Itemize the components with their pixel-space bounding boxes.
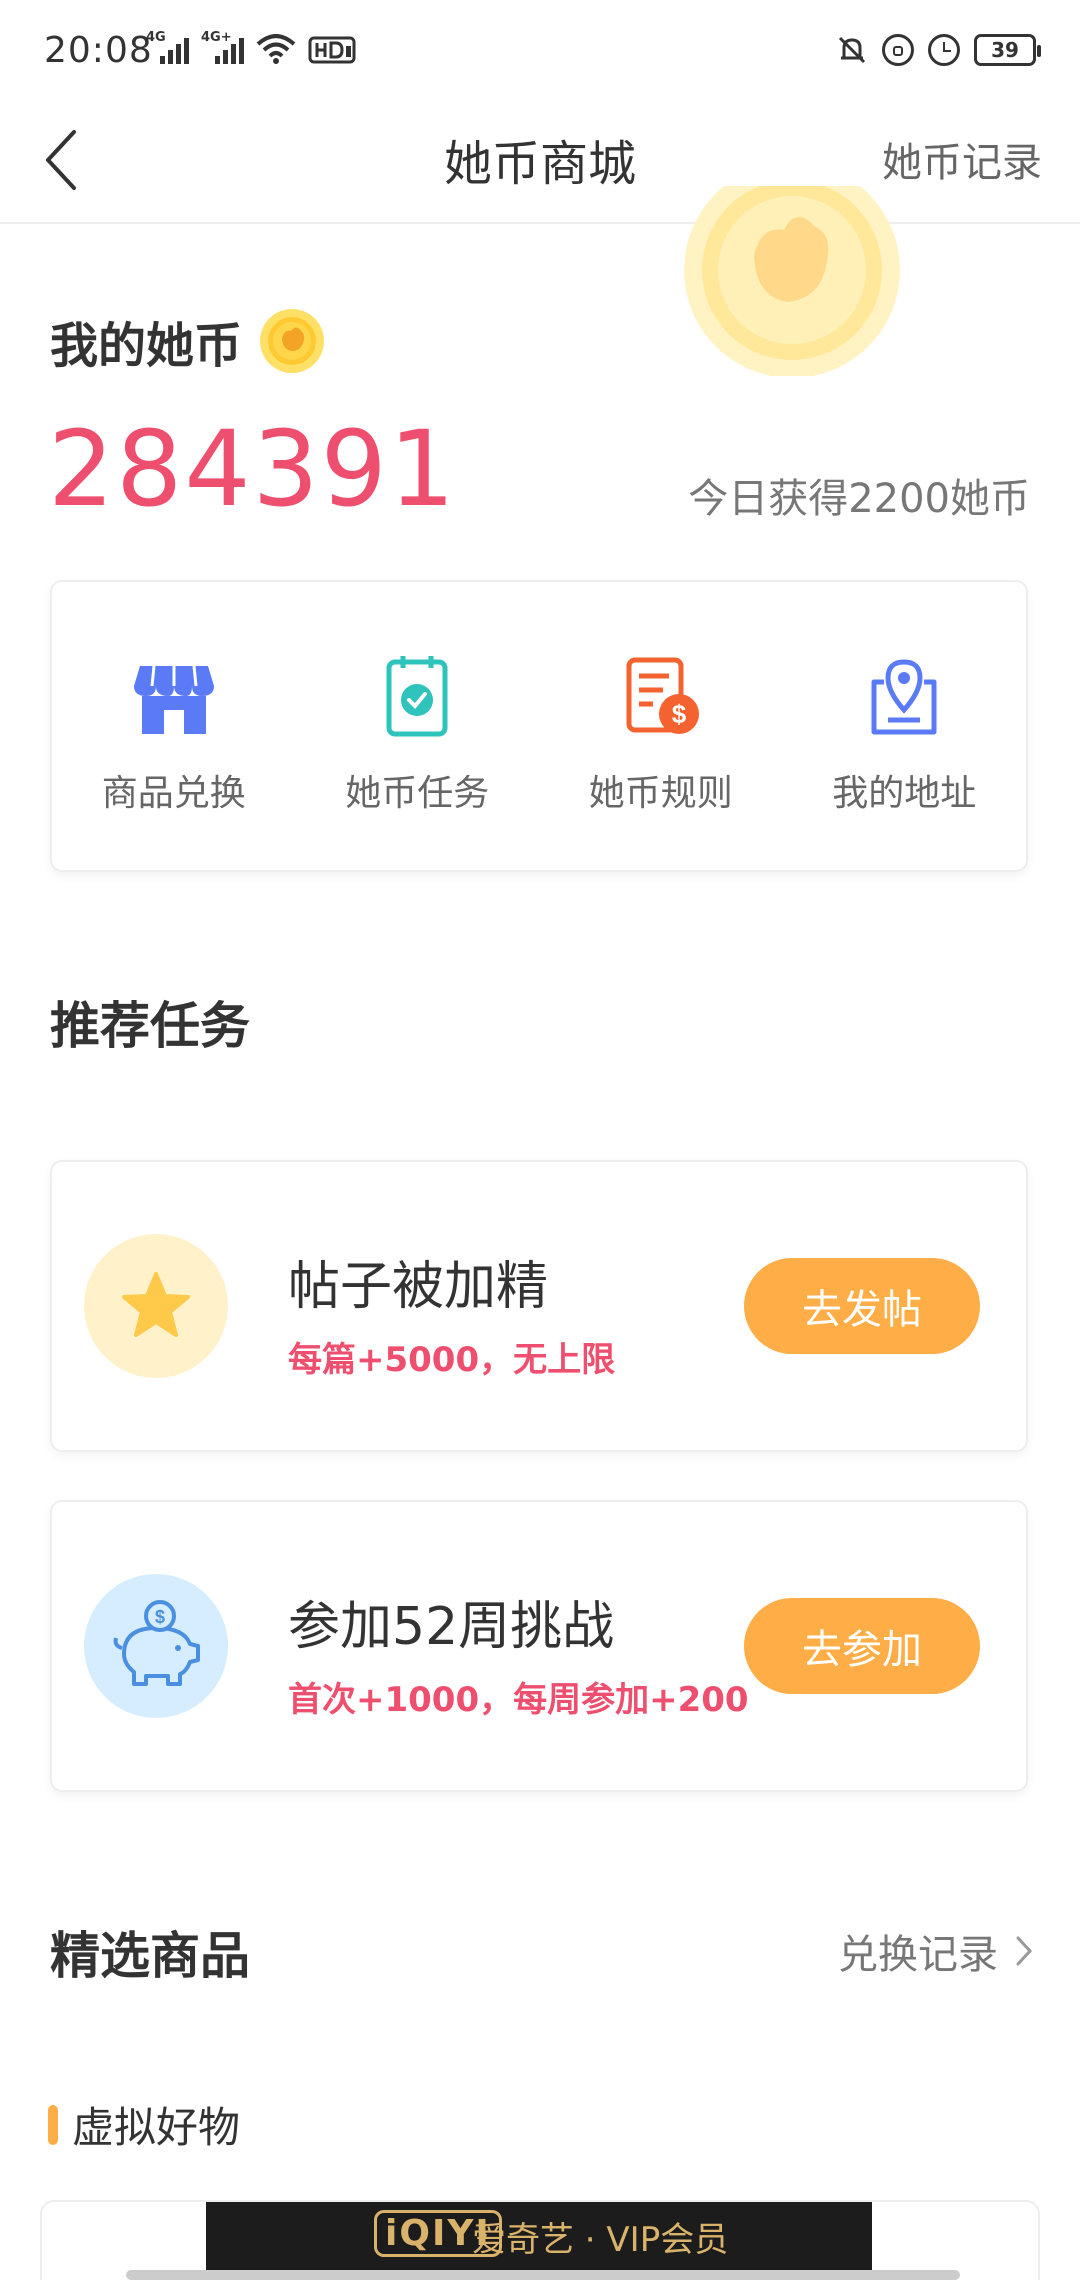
nav-bar: 她币商城 她币记录 (0, 96, 1080, 224)
alarm-icon (928, 34, 960, 66)
menu-item-product-exchange[interactable]: 商品兑换 (52, 582, 296, 870)
task-title: 参加52周挑战 (288, 1597, 615, 1657)
task-card-52-week-challenge: $ 参加52周挑战 首次+1000，每周参加+200 去参加 (50, 1500, 1028, 1792)
task-card-featured-post: 帖子被加精 每篇+5000，无上限 去发帖 (50, 1160, 1028, 1452)
coin-balance: 284391 (48, 408, 458, 530)
lock-icon (882, 34, 914, 66)
chevron-right-icon (1016, 1936, 1033, 1966)
task-icon-circle: $ (84, 1574, 228, 1718)
status-bar: 20:08 4G 4G+ 39 (0, 0, 1080, 96)
status-right-icons: 39 (836, 34, 1041, 66)
signal-label: 4G (146, 30, 166, 45)
store-icon (133, 665, 214, 734)
task-clipboard-icon (386, 656, 448, 737)
recommended-tasks-title: 推荐任务 (50, 997, 250, 1055)
wifi-icon (256, 34, 296, 64)
piggy-bank-icon: $ (113, 1600, 200, 1686)
today-earned-text: 今日获得2200她币 (688, 476, 1030, 522)
svg-text:$: $ (672, 699, 687, 729)
svg-text:$: $ (155, 1607, 165, 1627)
horizontal-scrollbar[interactable] (126, 2270, 960, 2280)
hd-icon (308, 36, 356, 64)
status-time: 20:08 (44, 30, 153, 71)
signal-icon: 4G+ (201, 30, 244, 64)
menu-label: 她币规则 (588, 773, 733, 814)
decorative-coin-image (684, 186, 900, 376)
status-left-icons: 4G 4G+ (146, 30, 356, 64)
battery-icon: 39 (974, 34, 1041, 66)
task-title: 帖子被加精 (288, 1257, 549, 1317)
join-challenge-button[interactable]: 去参加 (744, 1598, 980, 1694)
menu-item-coin-rules[interactable]: $ 她币规则 (539, 582, 783, 870)
menu-item-my-address[interactable]: 我的地址 (783, 582, 1027, 870)
task-reward: 每篇+5000，无上限 (288, 1340, 616, 1380)
go-post-button[interactable]: 去发帖 (744, 1258, 980, 1354)
signal-icon: 4G (146, 30, 189, 64)
menu-label: 她币任务 (345, 773, 490, 814)
address-location-icon (871, 659, 937, 735)
featured-products-title: 精选商品 (50, 1927, 250, 1985)
product-banner: iQIYI 爱奇艺 · VIP会员 (206, 2202, 872, 2280)
menu-label: 商品兑换 (101, 773, 246, 814)
task-icon-circle (84, 1234, 228, 1378)
battery-level: 39 (991, 38, 1019, 62)
my-coins-label: 我的她币 (50, 318, 243, 374)
rules-document-icon: $ (626, 657, 699, 734)
subtitle-label: 虚拟好物 (72, 2103, 241, 2152)
exchange-record-label: 兑换记录 (838, 1932, 998, 1978)
my-coins-title: 我的她币 (50, 306, 325, 376)
product-card-iqiyi[interactable]: iQIYI 爱奇艺 · VIP会员 (40, 2200, 1040, 2280)
menu-label: 我的地址 (832, 773, 977, 814)
product-banner-text: 爱奇艺 · VIP会员 (472, 2220, 729, 2260)
signal-label: 4G+ (201, 30, 232, 45)
subtitle-accent-bar (48, 2104, 58, 2145)
menu-item-coin-tasks[interactable]: 她币任务 (296, 582, 540, 870)
exchange-record-link[interactable]: 兑换记录 (838, 1922, 1034, 1980)
task-reward: 首次+1000，每周参加+200 (288, 1680, 749, 1720)
coin-icon (260, 309, 325, 373)
star-icon (122, 1272, 190, 1337)
virtual-goods-subtitle: 虚拟好物 (48, 2094, 240, 2155)
mute-bell-icon (838, 36, 866, 64)
quick-menu-card: 商品兑换 她币任务 $ 她币规则 我的地址 (50, 580, 1028, 872)
coin-record-link[interactable]: 她币记录 (882, 130, 1042, 188)
